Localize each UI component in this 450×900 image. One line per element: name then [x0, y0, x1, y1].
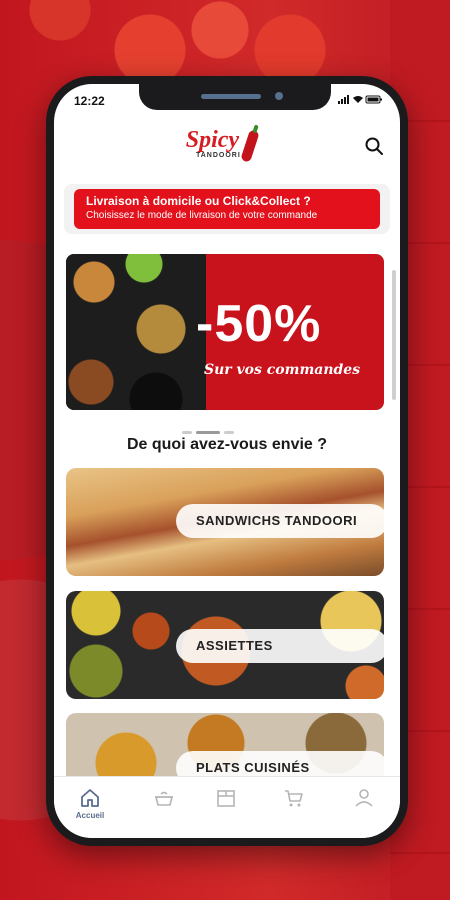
- bottom-tab-bar: Accueil: [54, 776, 400, 838]
- store-icon: [217, 790, 235, 807]
- section-title: De quoi avez-vous envie ?: [126, 436, 328, 453]
- cart-icon: [285, 790, 303, 807]
- delivery-subtitle: Choisissez le mode de livraison de votre…: [86, 210, 318, 221]
- tab-cart[interactable]: [274, 787, 314, 809]
- tab-profile[interactable]: [344, 787, 384, 809]
- brand-logo[interactable]: Spicy TANDOORI: [184, 127, 260, 163]
- tab-home[interactable]: Accueil: [70, 787, 110, 820]
- tab-menu[interactable]: [144, 787, 184, 809]
- promo-carousel[interactable]: -50% Sur vos commandes: [66, 254, 384, 410]
- speaker: [201, 94, 261, 99]
- carousel-dot[interactable]: [182, 431, 192, 434]
- tab-home-label: Accueil: [75, 811, 105, 820]
- app-header: Spicy TANDOORI: [54, 120, 400, 170]
- delivery-mode-card[interactable]: Livraison à domicile ou Click&Collect ? …: [74, 189, 380, 229]
- carousel-dot[interactable]: [224, 431, 234, 434]
- promo-text: Sur vos commandes: [204, 362, 361, 378]
- scrollbar[interactable]: [392, 270, 396, 400]
- carousel-dot-active[interactable]: [196, 431, 220, 434]
- app-screen: 12:22 Spicy TANDOORI Livraison à domicil…: [54, 84, 400, 838]
- signal-wifi-battery-icon: [338, 95, 382, 104]
- category-label: SANDWICHS TANDOORI: [176, 504, 384, 538]
- user-icon: [355, 789, 373, 807]
- logo-sub: TANDOORI: [196, 152, 241, 159]
- category-label: ASSIETTES: [176, 629, 384, 663]
- camera: [275, 92, 283, 100]
- search-icon[interactable]: [364, 136, 384, 156]
- tab-store[interactable]: [206, 787, 246, 809]
- promo-food-image: [66, 254, 206, 410]
- category-card-assiettes[interactable]: ASSIETTES: [66, 591, 384, 699]
- delivery-mode-banner[interactable]: Livraison à domicile ou Click&Collect ? …: [64, 184, 390, 234]
- logo-name: Spicy: [185, 127, 240, 153]
- delivery-title: Livraison à domicile ou Click&Collect ?: [86, 194, 311, 208]
- chili-icon: [240, 129, 260, 163]
- pot-icon: [154, 791, 174, 806]
- phone-frame: 12:22 Spicy TANDOORI Livraison à domicil…: [46, 76, 408, 846]
- home-icon: [81, 789, 99, 807]
- status-icons: [338, 94, 382, 107]
- status-time: 12:22: [74, 94, 105, 108]
- promo-percent: -50%: [196, 295, 322, 353]
- category-card-sandwichs[interactable]: SANDWICHS TANDOORI: [66, 468, 384, 576]
- phone-notch: [139, 84, 331, 110]
